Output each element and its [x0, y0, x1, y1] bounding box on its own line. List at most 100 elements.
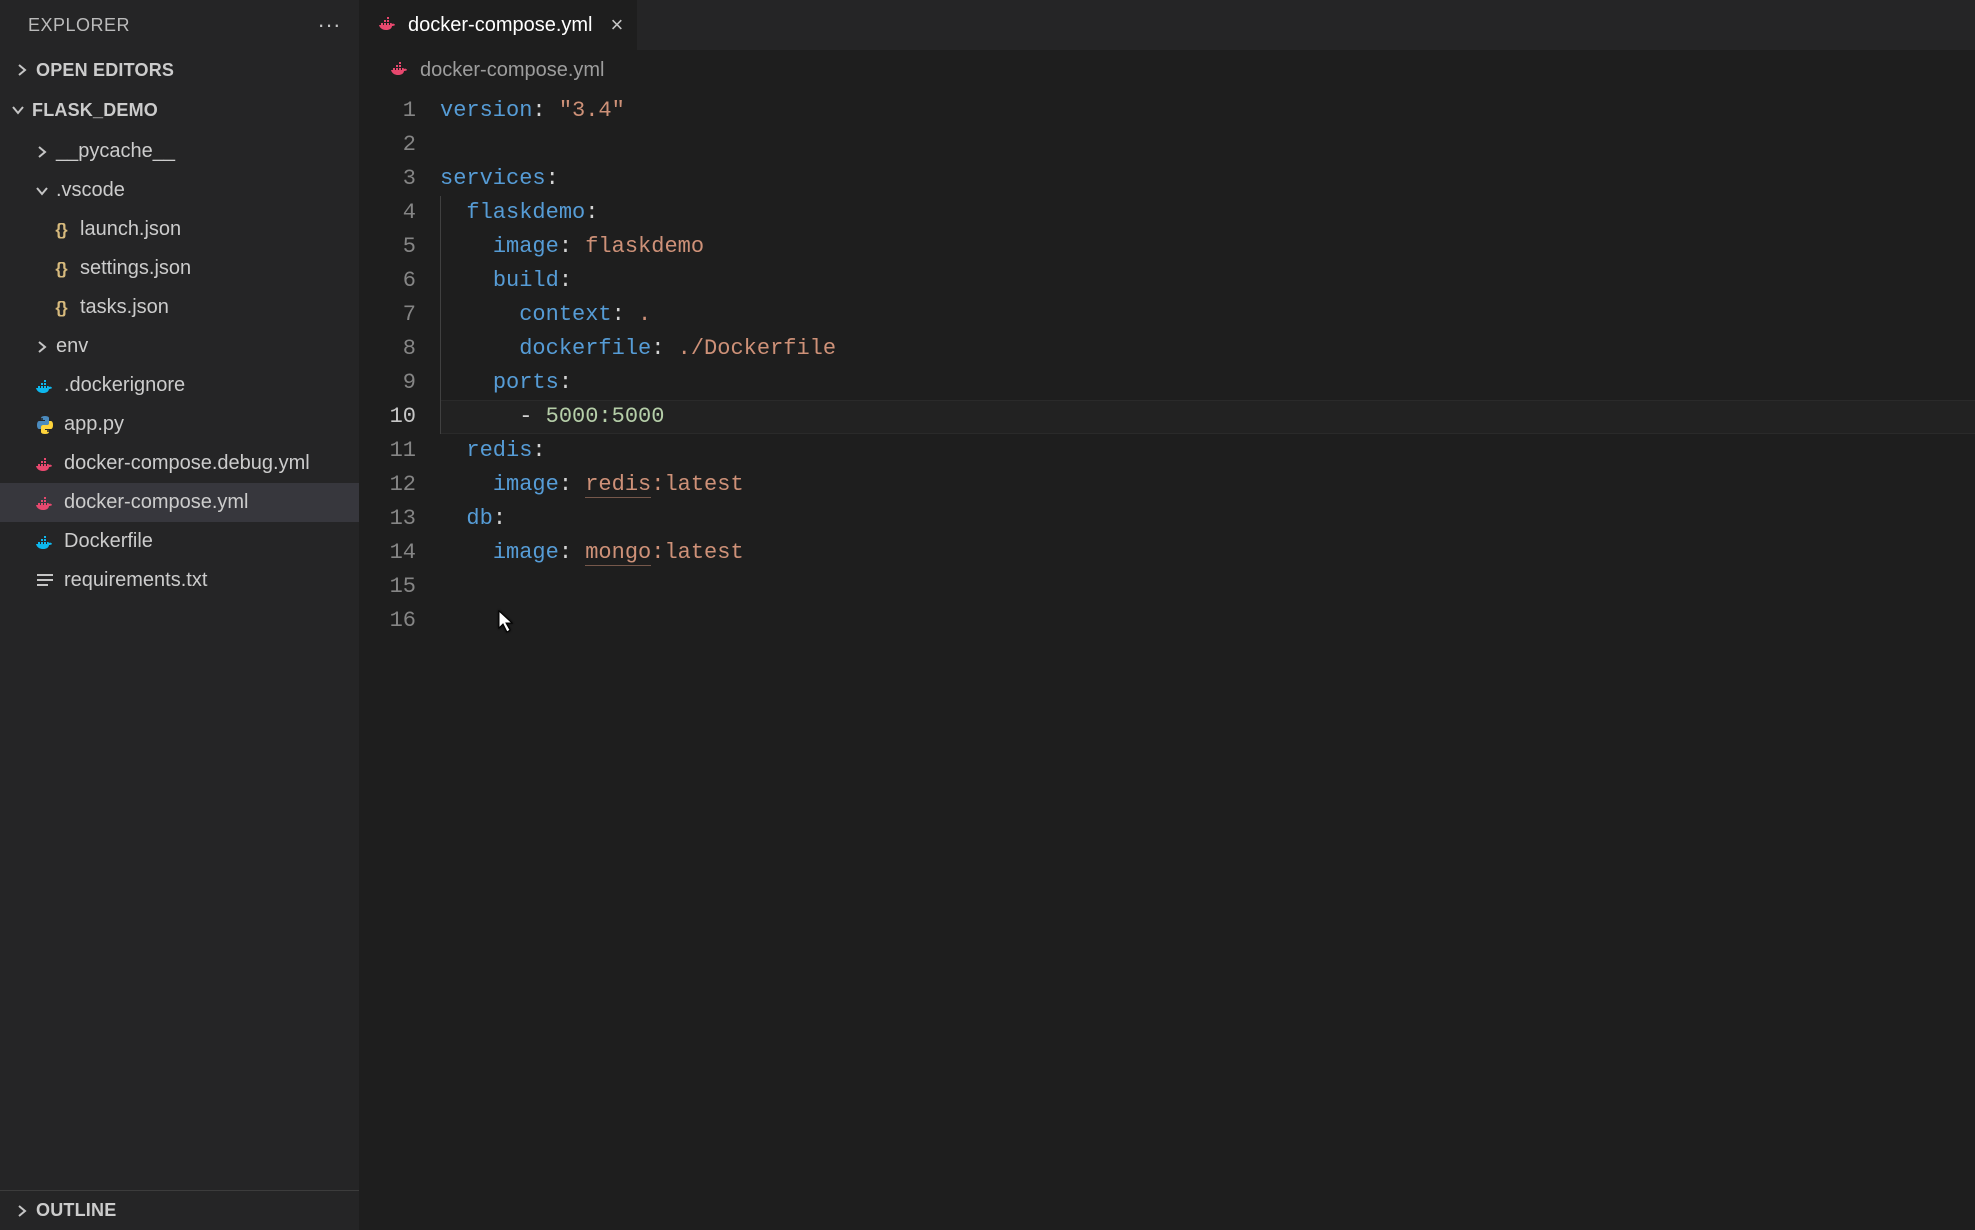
text-file-icon [32, 573, 58, 589]
chevron-right-icon [32, 142, 52, 162]
docker-compose-icon [390, 59, 410, 82]
breadcrumb[interactable]: docker-compose.yml [360, 50, 1975, 90]
tab-label: docker-compose.yml [408, 14, 593, 37]
line-number: 4 [360, 196, 416, 230]
docker-icon [32, 534, 58, 550]
folder-label: .vscode [56, 179, 125, 202]
yaml-key: db [466, 506, 492, 531]
docker-compose-icon [32, 495, 58, 511]
line-number: 16 [360, 604, 416, 638]
line-number: 12 [360, 468, 416, 502]
line-number: 2 [360, 128, 416, 162]
file-label: docker-compose.yml [64, 491, 249, 514]
code-lines[interactable]: version: "3.4" services: flaskdemo: imag… [440, 90, 1975, 1230]
yaml-key: ports [493, 370, 559, 395]
file-label: tasks.json [80, 296, 169, 319]
yaml-key: services [440, 166, 546, 191]
outline-label: OUTLINE [36, 1200, 116, 1221]
yaml-value: ./Dockerfile [678, 336, 836, 361]
yaml-key: image [493, 472, 559, 497]
explorer-title: EXPLORER [28, 15, 130, 36]
file-label: app.py [64, 413, 124, 436]
project-name: FLASK_DEMO [32, 100, 158, 121]
open-editors-section[interactable]: OPEN EDITORS [0, 50, 359, 90]
line-number: 1 [360, 94, 416, 128]
chevron-right-icon [32, 337, 52, 357]
yaml-value: flaskdemo [585, 234, 704, 259]
docker-compose-icon [378, 14, 398, 37]
outline-section[interactable]: OUTLINE [0, 1190, 359, 1230]
chevron-right-icon [12, 60, 32, 80]
yaml-value: . [638, 302, 651, 327]
explorer-header: EXPLORER ··· [0, 0, 359, 50]
yaml-tag: :latest [651, 472, 743, 497]
python-icon [32, 415, 58, 435]
file-launch-json[interactable]: {} launch.json [0, 210, 359, 249]
chevron-down-icon [32, 181, 52, 201]
code-editor[interactable]: 1 2 3 4 5 6 7 8 9 10 11 12 13 14 15 16 v… [360, 90, 1975, 1230]
docker-icon [32, 378, 58, 394]
line-number: 5 [360, 230, 416, 264]
file-dockerignore[interactable]: .dockerignore [0, 366, 359, 405]
folder-label: __pycache__ [56, 140, 175, 163]
file-label: launch.json [80, 218, 181, 241]
yaml-key: version [440, 98, 532, 123]
folder-vscode[interactable]: .vscode [0, 171, 359, 210]
close-icon[interactable]: × [611, 12, 624, 38]
docker-compose-icon [32, 456, 58, 472]
file-settings-json[interactable]: {} settings.json [0, 249, 359, 288]
file-label: settings.json [80, 257, 191, 280]
yaml-key: flaskdemo [466, 200, 585, 225]
folder-pycache[interactable]: __pycache__ [0, 132, 359, 171]
file-label: docker-compose.debug.yml [64, 452, 310, 475]
yaml-key: dockerfile [519, 336, 651, 361]
folder-label: env [56, 335, 88, 358]
file-tasks-json[interactable]: {} tasks.json [0, 288, 359, 327]
project-root[interactable]: FLASK_DEMO [0, 90, 359, 130]
line-number: 6 [360, 264, 416, 298]
yaml-image: redis [585, 472, 651, 498]
file-compose[interactable]: docker-compose.yml [0, 483, 359, 522]
line-number: 13 [360, 502, 416, 536]
yaml-tag: :latest [651, 540, 743, 565]
line-number: 15 [360, 570, 416, 604]
yaml-key: build [493, 268, 559, 293]
file-tree: __pycache__ .vscode {} launch.json {} se… [0, 130, 359, 600]
file-label: .dockerignore [64, 374, 185, 397]
editor-area: docker-compose.yml × docker-compose.yml … [360, 0, 1975, 1230]
breadcrumb-file: docker-compose.yml [420, 59, 605, 82]
chevron-down-icon [8, 100, 28, 120]
file-label: requirements.txt [64, 569, 207, 592]
yaml-key: image [493, 234, 559, 259]
explorer-more-icon[interactable]: ··· [318, 12, 341, 38]
yaml-value: "3.4" [559, 98, 625, 123]
json-icon: {} [48, 298, 74, 318]
yaml-key: redis [466, 438, 532, 463]
line-number: 11 [360, 434, 416, 468]
yaml-dash: - [519, 404, 545, 429]
line-number: 7 [360, 298, 416, 332]
chevron-right-icon [12, 1201, 32, 1221]
line-number: 10 [360, 400, 416, 434]
line-number: 14 [360, 536, 416, 570]
file-app-py[interactable]: app.py [0, 405, 359, 444]
folder-env[interactable]: env [0, 327, 359, 366]
yaml-key: image [493, 540, 559, 565]
tab-bar: docker-compose.yml × [360, 0, 1975, 50]
file-label: Dockerfile [64, 530, 153, 553]
line-number: 9 [360, 366, 416, 400]
yaml-value: 5000:5000 [546, 404, 665, 429]
open-editors-label: OPEN EDITORS [36, 60, 174, 81]
line-number: 8 [360, 332, 416, 366]
line-gutter: 1 2 3 4 5 6 7 8 9 10 11 12 13 14 15 16 [360, 90, 440, 1230]
file-requirements[interactable]: requirements.txt [0, 561, 359, 600]
file-compose-debug[interactable]: docker-compose.debug.yml [0, 444, 359, 483]
json-icon: {} [48, 259, 74, 279]
yaml-image: mongo [585, 540, 651, 566]
tab-docker-compose[interactable]: docker-compose.yml × [360, 0, 638, 50]
json-icon: {} [48, 220, 74, 240]
line-number: 3 [360, 162, 416, 196]
yaml-key: context [519, 302, 611, 327]
explorer-sidebar: EXPLORER ··· OPEN EDITORS FLASK_DEMO __p… [0, 0, 360, 1230]
file-dockerfile[interactable]: Dockerfile [0, 522, 359, 561]
